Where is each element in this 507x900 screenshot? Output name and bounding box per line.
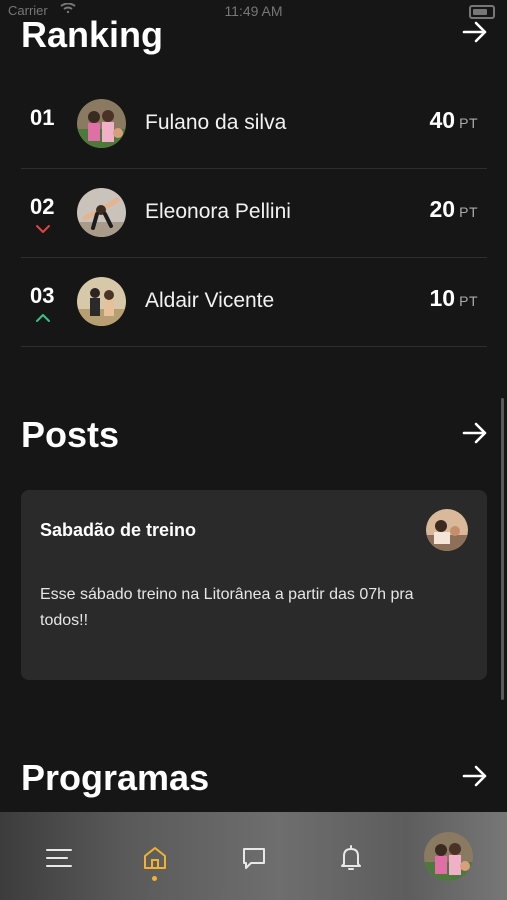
battery-icon [469, 5, 495, 19]
profile-avatar[interactable] [424, 832, 473, 881]
ranking-row[interactable]: 02 Eleonora Pellini 20 PT [21, 168, 487, 258]
tab-bar [0, 812, 507, 900]
post-author-avatar [426, 509, 468, 551]
scrollbar[interactable] [501, 398, 504, 700]
rank-score: 10 PT [429, 285, 478, 311]
rank-name: Fulano da silva [145, 111, 287, 134]
avatar [77, 277, 126, 326]
rank-position: 02 [30, 194, 55, 219]
rank-score: 40 PT [429, 107, 478, 133]
chevron-up-icon [36, 314, 50, 322]
chat-icon[interactable] [240, 844, 268, 872]
avatar [77, 99, 126, 148]
ranking-row[interactable]: 01 Fulano da silva 40 PT [21, 79, 487, 169]
ranking-title: Ranking [21, 14, 164, 55]
rank-position: 03 [30, 283, 55, 308]
ranking-arrow-icon[interactable] [461, 18, 489, 46]
post-body: Esse sábado treino na Litorânea a partir… [40, 586, 414, 629]
rank-name: Eleonora Pellini [145, 200, 291, 223]
programas-title: Programas [21, 757, 210, 798]
bell-icon[interactable] [337, 844, 365, 872]
home-icon[interactable] [141, 844, 169, 872]
rank-score: 20 PT [429, 196, 478, 222]
post-card[interactable]: Sabadão de treino Esse sábado treino na … [21, 490, 487, 680]
ranking-row[interactable]: 03 Aldair Vicente 10 PT [21, 257, 487, 347]
menu-icon[interactable] [45, 844, 73, 872]
posts-arrow-icon[interactable] [461, 419, 489, 447]
programas-arrow-icon[interactable] [461, 762, 489, 790]
chevron-down-icon [36, 225, 50, 233]
avatar [77, 188, 126, 237]
post-title: Sabadão de treino [40, 520, 197, 540]
posts-title: Posts [21, 414, 120, 455]
rank-position: 01 [30, 105, 55, 130]
active-tab-indicator [152, 876, 157, 881]
rank-name: Aldair Vicente [145, 289, 275, 312]
